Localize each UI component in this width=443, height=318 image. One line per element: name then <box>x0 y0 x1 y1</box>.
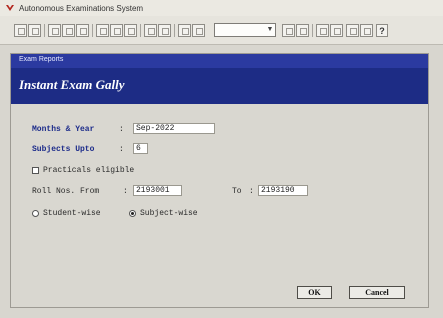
colon-separator: : <box>119 125 124 134</box>
colon-separator: : <box>119 145 124 154</box>
colon-separator: : <box>123 187 128 196</box>
toolbar-save-icon[interactable] <box>48 24 61 37</box>
practicals-label: Practicals eligible <box>43 166 135 175</box>
subjects-upto-label: Subjects Upto <box>32 145 95 154</box>
exam-reports-dialog: Exam Reports Instant Exam Gally Months &… <box>10 53 429 308</box>
months-year-label: Months & Year <box>32 125 95 134</box>
dialog-titlebar: Exam Reports <box>11 54 428 68</box>
dialog-header-band: Instant Exam Gally <box>11 68 428 104</box>
toolbar-undo-icon[interactable] <box>144 24 157 37</box>
toolbar-separator <box>312 24 313 37</box>
toolbar-print-icon[interactable] <box>62 24 75 37</box>
toolbar-new-icon[interactable] <box>14 24 27 37</box>
toolbar-window-icon[interactable] <box>346 24 359 37</box>
chevron-down-icon[interactable]: ▼ <box>266 25 274 35</box>
ok-button[interactable]: OK <box>297 286 332 299</box>
toolbar-last-icon[interactable] <box>330 24 343 37</box>
help-icon[interactable]: ? <box>376 24 388 37</box>
roll-from-label: Roll Nos. From <box>32 187 100 196</box>
toolbar: ▼ ? <box>0 16 443 45</box>
practicals-checkbox[interactable] <box>32 167 39 174</box>
toolbar-separator <box>92 24 93 37</box>
toolbar-exit-icon[interactable] <box>360 24 373 37</box>
student-wise-radio[interactable] <box>32 210 39 217</box>
toolbar-redo-icon[interactable] <box>158 24 171 37</box>
toolbar-separator <box>140 24 141 37</box>
toolbar-preview-icon[interactable] <box>76 24 89 37</box>
toolbar-prev-icon[interactable] <box>296 24 309 37</box>
app-titlebar: Autonomous Examinations System <box>0 0 443 16</box>
dialog-window-title: Exam Reports <box>19 56 64 63</box>
toolbar-next-icon[interactable] <box>316 24 329 37</box>
roll-to-field[interactable]: 2193190 <box>258 185 308 196</box>
subject-wise-radio[interactable] <box>129 210 136 217</box>
toolbar-separator <box>44 24 45 37</box>
toolbar-cut-icon[interactable] <box>96 24 109 37</box>
cancel-button[interactable]: Cancel <box>349 286 405 299</box>
roll-from-field[interactable]: 2193001 <box>133 185 182 196</box>
toolbar-separator <box>174 24 175 37</box>
roll-to-label: To <box>232 187 242 196</box>
subjects-upto-field[interactable]: 6 <box>133 143 148 154</box>
dialog-header-title: Instant Exam Gally <box>19 77 125 92</box>
toolbar-find-icon[interactable] <box>178 24 191 37</box>
colon-separator: : <box>249 187 254 196</box>
months-year-field[interactable]: Sep-2022 <box>133 123 215 134</box>
app-title: Autonomous Examinations System <box>19 3 144 13</box>
student-wise-label: Student-wise <box>43 209 101 218</box>
app-logo-icon <box>5 3 15 13</box>
toolbar-copy-icon[interactable] <box>110 24 123 37</box>
subject-wise-label: Subject-wise <box>140 209 198 218</box>
toolbar-filter-icon[interactable] <box>192 24 205 37</box>
toolbar-paste-icon[interactable] <box>124 24 137 37</box>
toolbar-first-icon[interactable] <box>282 24 295 37</box>
toolbar-open-icon[interactable] <box>28 24 41 37</box>
